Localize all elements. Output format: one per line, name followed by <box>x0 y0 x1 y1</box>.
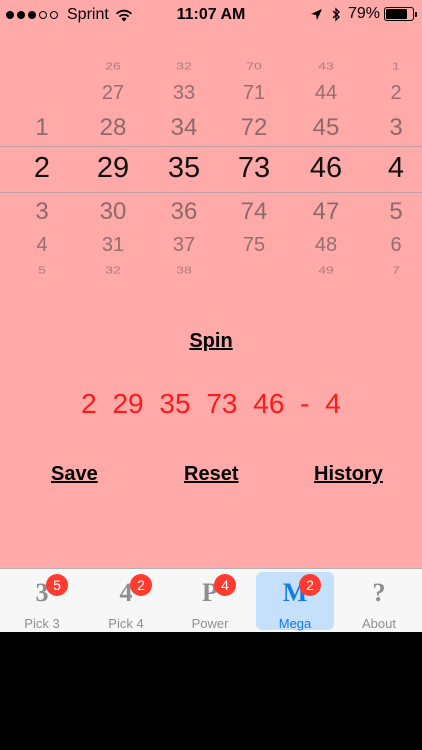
number-picker[interactable]: 1 2 3 4 5 26 27 28 29 30 31 32 32 33 34 35 36 37 38 70 71 72 7… <box>0 50 422 290</box>
picker-value: 38 <box>176 264 192 276</box>
picker-column-b5[interactable]: 43 44 45 46 47 48 49 <box>296 50 356 290</box>
spin-button[interactable]: Spin <box>0 330 422 353</box>
tab-badge: 2 <box>299 574 321 596</box>
battery-icon <box>384 7 417 21</box>
picker-value: 45 <box>312 114 340 141</box>
tab-mega[interactable]: M Mega 2 <box>256 572 334 631</box>
tab-badge: 4 <box>214 574 236 596</box>
tab-power[interactable]: P Power 4 <box>171 572 249 631</box>
picker-value: 1 <box>392 60 400 72</box>
picker-value: 75 <box>242 234 266 256</box>
picker-selected-value: 35 <box>167 152 201 184</box>
picker-selected-value: 73 <box>237 152 271 184</box>
picker-value: 3 <box>389 114 403 141</box>
picker-value: 1 <box>35 114 49 141</box>
picker-value: 3 <box>35 198 49 225</box>
save-button[interactable]: Save <box>51 463 98 486</box>
picker-value: 32 <box>105 264 121 276</box>
picker-value: 36 <box>170 198 198 225</box>
picker-value: 37 <box>172 234 196 256</box>
picker-value: 31 <box>101 234 125 256</box>
picker-value: 30 <box>99 198 127 225</box>
tab-badge: 2 <box>130 574 152 596</box>
picker-value: 6 <box>390 234 402 256</box>
picker-value: 33 <box>172 82 196 104</box>
tab-label: Pick 4 <box>108 616 144 631</box>
reset-button[interactable]: Reset <box>184 463 238 486</box>
bluetooth-icon <box>332 6 340 22</box>
location-arrow-icon <box>310 8 322 20</box>
picker-column-mega[interactable]: 1 2 3 4 5 6 7 <box>366 50 422 290</box>
picker-selected-value: 2 <box>33 152 51 184</box>
tab-label: Power <box>191 616 229 631</box>
picker-column-b1[interactable]: 1 2 3 4 5 <box>12 50 72 290</box>
picker-value: 2 <box>390 82 402 104</box>
history-button[interactable]: History <box>314 463 383 486</box>
picker-value: 5 <box>38 264 46 276</box>
tab-label: Pick 3 <box>24 616 60 631</box>
picker-value: 44 <box>314 82 338 104</box>
tab-badge: 5 <box>46 574 68 596</box>
status-bar: Sprint 11:07 AM 79% <box>0 0 422 30</box>
picker-value: 70 <box>246 60 262 72</box>
empty-area <box>0 632 422 750</box>
app-window: Sprint 11:07 AM 79% 1 2 3 4 5 26 27 28 2… <box>0 0 422 632</box>
picker-value: 7 <box>392 264 400 276</box>
main-content: Sprint 11:07 AM 79% 1 2 3 4 5 26 27 28 2… <box>0 0 422 568</box>
result-numbers: 2 29 35 73 46 - 4 <box>81 388 341 419</box>
picker-value: 48 <box>314 234 338 256</box>
picker-value: 71 <box>242 82 266 104</box>
picker-selected-value: 4 <box>387 152 405 184</box>
tab-glyph-icon: 4 <box>119 578 133 607</box>
tab-label: Mega <box>278 616 312 631</box>
picker-value: 4 <box>36 234 48 256</box>
status-right: 79% <box>310 5 417 23</box>
picker-column-b4[interactable]: 70 71 72 73 74 75 <box>224 50 284 290</box>
picker-selected-value: 46 <box>309 152 343 184</box>
picker-value: 72 <box>240 114 268 141</box>
picker-value: 49 <box>318 264 334 276</box>
picker-value: 5 <box>389 198 403 225</box>
tab-glyph-icon: P <box>202 578 218 607</box>
picker-value: 47 <box>312 198 340 225</box>
tab-glyph-icon: 3 <box>35 578 49 607</box>
picker-value: 27 <box>101 82 125 104</box>
picker-column-b2[interactable]: 26 27 28 29 30 31 32 <box>83 50 143 290</box>
tab-glyph-icon: ? <box>372 578 386 607</box>
tab-pick-4[interactable]: 4 Pick 4 2 <box>87 572 165 631</box>
tab-bar: 3 Pick 3 5 4 Pick 4 2 P Power 4 M Mega 2? About <box>0 568 422 632</box>
picker-selected-value: 29 <box>96 152 130 184</box>
tab-label: About <box>362 616 396 631</box>
tab-about[interactable]: ? About <box>340 572 418 631</box>
picker-value: 26 <box>105 60 121 72</box>
picker-value: 34 <box>170 114 198 141</box>
tab-glyph-icon: M <box>282 578 308 607</box>
battery-percent: 79% <box>347 5 380 22</box>
picker-value: 32 <box>176 60 192 72</box>
picker-column-b3[interactable]: 32 33 34 35 36 37 38 <box>154 50 214 290</box>
picker-value: 28 <box>99 114 127 141</box>
picker-value: 74 <box>240 198 268 225</box>
tab-pick-3[interactable]: 3 Pick 3 5 <box>3 572 81 631</box>
picker-value: 43 <box>318 60 334 72</box>
